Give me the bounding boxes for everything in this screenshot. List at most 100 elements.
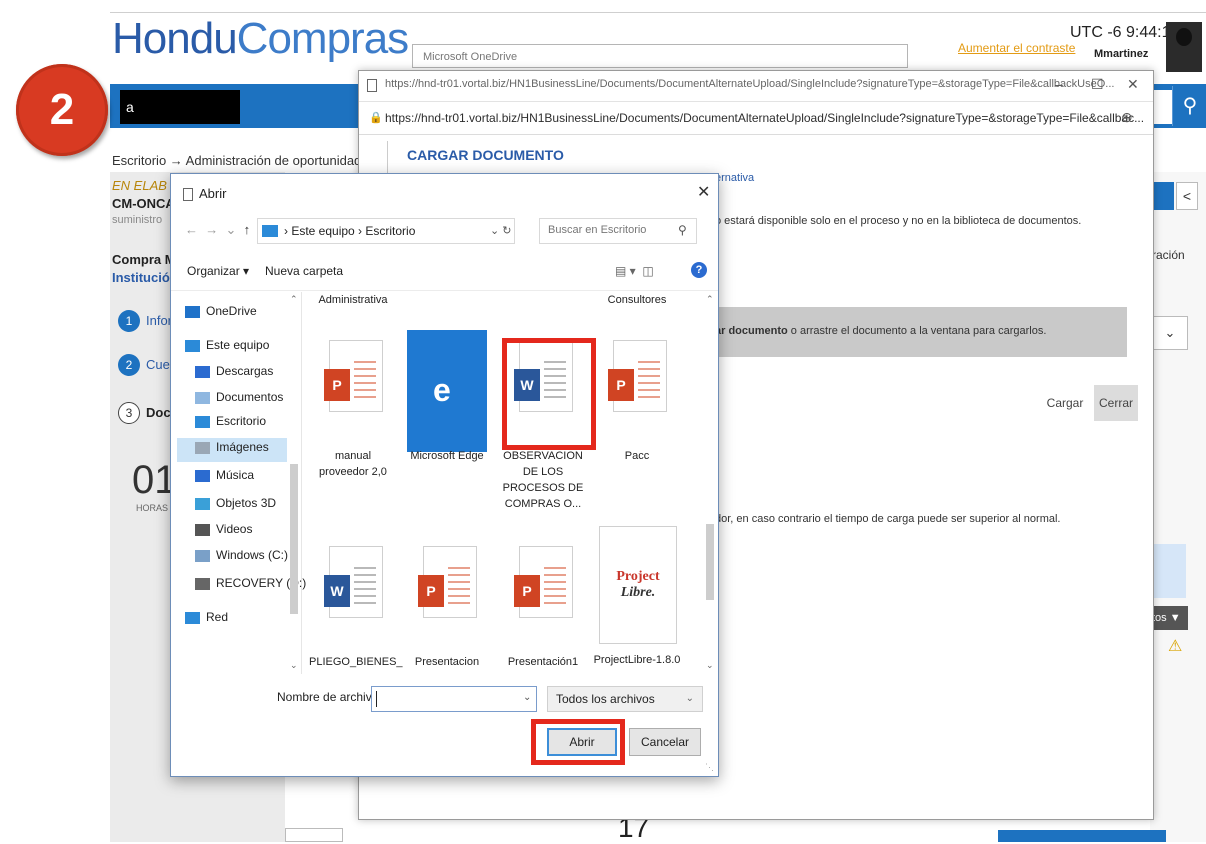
refresh-icon[interactable]: ⌄ ↻	[490, 224, 512, 237]
primary-action-button[interactable]	[1152, 182, 1174, 210]
clock: UTC -6 9:44:19	[1070, 24, 1180, 41]
site-search-input[interactable]: a	[120, 90, 240, 124]
warning-icon: ⚠	[1168, 638, 1183, 655]
chevron-down-icon[interactable]: ⌄	[523, 692, 531, 703]
nav-item-red[interactable]: Red	[185, 610, 228, 624]
nav-item-descargas[interactable]: Descargas	[195, 364, 273, 378]
powerpoint-document-icon[interactable]: P	[418, 546, 477, 618]
bottom-left-button[interactable]	[285, 828, 343, 842]
chevron-down-icon[interactable]: ⌄	[1152, 316, 1188, 350]
nav-arrows[interactable]: ← → ⌄ ↑	[185, 222, 250, 238]
word-document-icon[interactable]: W	[324, 546, 383, 618]
file-label-partial[interactable]: Consultores	[593, 292, 681, 308]
file-label[interactable]: Microsoft Edge	[403, 448, 491, 464]
pictures-icon	[195, 441, 210, 454]
close-icon[interactable]: ✕	[697, 182, 710, 202]
file-label[interactable]: Presentación1	[499, 654, 587, 670]
search-icon[interactable]: ⚲	[678, 223, 687, 237]
address-bar[interactable]: › Este equipo › Escritorio ⌄ ↻	[257, 218, 515, 244]
new-folder-button[interactable]: Nueva carpeta	[265, 264, 343, 278]
lock-icon: 🔒	[369, 112, 383, 124]
projectlibre-icon[interactable]: Project Libre.	[599, 526, 677, 644]
file-label[interactable]: ProjectLibre-1.8.0	[593, 652, 681, 668]
document-folder-icon	[195, 391, 210, 404]
powerpoint-document-icon[interactable]: P	[514, 546, 573, 618]
site-logo[interactable]: HonduCompras	[112, 14, 409, 64]
info-panel	[1150, 544, 1186, 598]
nav-item-label: Imágenes	[216, 440, 269, 454]
maximize-icon[interactable]: ☐	[1091, 76, 1104, 93]
step-3-badge[interactable]: 3	[118, 402, 140, 424]
nav-item-documentos[interactable]: Documentos	[195, 390, 283, 404]
nav-scroll-thumb[interactable]	[290, 464, 298, 614]
drop-zone-text: ar documento o arrastre el documento a l…	[715, 325, 1047, 337]
close-icon[interactable]: ✕	[1127, 76, 1139, 93]
step-2-badge[interactable]: 2	[118, 354, 140, 376]
nav-item-onedrive[interactable]: OneDrive	[185, 304, 257, 318]
file-label[interactable]: Presentacion	[403, 654, 491, 670]
zoom-icon[interactable]: ⊕	[1121, 109, 1133, 126]
nav-item-windows-c[interactable]: Windows (C:)	[195, 548, 288, 562]
organize-button[interactable]: Organizar ▾	[187, 264, 249, 278]
avatar[interactable]	[1166, 22, 1202, 72]
edge-icon[interactable]: e	[407, 330, 487, 452]
upload-button[interactable]: Cargar	[1043, 385, 1087, 421]
nav-item-label: Red	[206, 610, 229, 624]
view-options-icon[interactable]: ▤ ▾ ◫	[615, 264, 654, 278]
file-label-partial[interactable]: Administrativa	[309, 292, 397, 308]
background-window-tab[interactable]: Microsoft OneDrive	[412, 44, 908, 68]
address-path[interactable]: › Este equipo › Escritorio	[284, 224, 415, 238]
scroll-down-icon[interactable]: ⌄	[706, 660, 714, 671]
search-input[interactable]: Buscar en Escritorio ⚲	[539, 218, 697, 244]
nav-item-label: Este equipo	[206, 338, 270, 352]
documents-dropdown-button[interactable]: tos ▼	[1148, 606, 1188, 630]
help-icon[interactable]: ?	[691, 262, 707, 278]
right-tab-label[interactable]: ración	[1152, 248, 1185, 262]
nav-item-m-sica[interactable]: Música	[195, 468, 254, 482]
scroll-up-icon[interactable]: ⌃	[290, 294, 298, 305]
step-1-badge[interactable]: 1	[118, 310, 140, 332]
nav-item-videos[interactable]: Videos	[195, 522, 252, 536]
powerpoint-document-icon[interactable]: P	[608, 340, 667, 412]
cancel-button[interactable]: Cancelar	[629, 728, 701, 756]
popup-address-url[interactable]: https://hnd-tr01.vortal.biz/HN1BusinessL…	[385, 111, 1144, 125]
contrast-link[interactable]: Aumentar el contraste	[958, 41, 1075, 55]
upload-note: dor, en caso contrario el tiempo de carg…	[715, 513, 1061, 525]
nav-item-label: Descargas	[216, 364, 274, 378]
scroll-down-icon[interactable]: ⌄	[290, 660, 298, 671]
minimize-icon[interactable]: –	[1055, 76, 1063, 92]
search-placeholder: Buscar en Escritorio	[548, 224, 647, 236]
file-scroll-thumb[interactable]	[706, 524, 714, 600]
file-label[interactable]: Pacc	[593, 448, 681, 464]
filename-input[interactable]	[371, 686, 537, 712]
computer-icon	[185, 339, 200, 352]
username[interactable]: Mmartinez	[1094, 48, 1148, 60]
bottom-button[interactable]	[998, 830, 1166, 842]
file-label[interactable]: OBSERVACION DE LOS PROCESOS DE COMPRAS O…	[499, 448, 587, 512]
file-label[interactable]: PLIEGO_BIENES_	[309, 654, 403, 670]
highlight-selected-file	[502, 338, 596, 450]
text-caret	[376, 691, 377, 707]
document-icon	[183, 188, 193, 201]
nav-item-objetos-3d[interactable]: Objetos 3D	[195, 496, 276, 510]
close-button[interactable]: Cerrar	[1094, 385, 1138, 421]
collapse-button[interactable]: <	[1176, 182, 1198, 210]
desktop-icon	[262, 225, 278, 237]
popup-title-url: https://hnd-tr01.vortal.biz/HN1BusinessL…	[385, 78, 1115, 90]
scroll-up-icon[interactable]: ⌃	[706, 294, 714, 305]
alternative-link[interactable]: ernativa	[715, 172, 754, 184]
file-label[interactable]: manual proveedor 2,0	[309, 448, 397, 480]
video-icon	[195, 523, 210, 536]
filetype-select[interactable]: Todos los archivos ⌄	[547, 686, 703, 712]
nav-item-escritorio[interactable]: Escritorio	[195, 414, 266, 428]
search-icon[interactable]: ⚲	[1172, 86, 1206, 126]
nav-item-im-genes[interactable]: Imágenes	[195, 440, 269, 454]
powerpoint-document-icon[interactable]: P	[324, 340, 383, 412]
popup-addressbar[interactable]: 🔒 https://hnd-tr01.vortal.biz/HN1Busines…	[359, 102, 1153, 135]
navigation-pane: OneDrive Este equipo Descargas Documentos Es…	[171, 292, 306, 674]
resize-grip[interactable]: ⋱	[705, 762, 714, 773]
nav-item-este-equipo[interactable]: Este equipo	[185, 338, 269, 352]
file-scrollbar[interactable]	[703, 292, 717, 672]
process-code: CM-ONCA	[112, 196, 175, 211]
desktop-icon	[195, 415, 210, 428]
